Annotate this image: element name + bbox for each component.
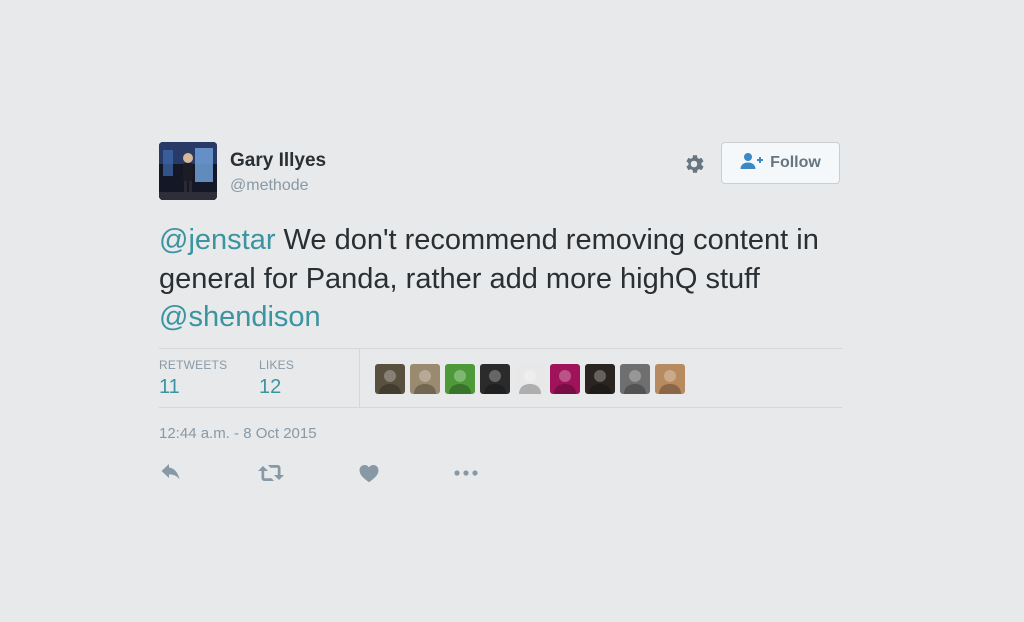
mention-link[interactable]: @jenstar [159,224,275,256]
user-handle[interactable]: @methode [230,177,309,195]
gear-icon[interactable] [682,152,706,176]
liker-avatar[interactable] [550,364,580,394]
tweet-stats: RETWEETS 11 LIKES 12 [159,348,842,408]
likes-label: LIKES [259,358,295,372]
avatar[interactable] [159,142,217,200]
person-plus-icon [740,152,764,175]
tweet-header: Gary Illyes @methode Follow [159,141,842,201]
liker-avatar[interactable] [445,364,475,394]
stats-divider [359,349,360,407]
liker-avatar[interactable] [480,364,510,394]
likes-stat[interactable]: LIKES 12 [259,358,294,399]
liker-avatar[interactable] [410,364,440,394]
follow-label: Follow [770,154,821,171]
tweet-text: @jenstar We don't recommend removing con… [159,221,842,337]
likes-count: 12 [259,376,282,398]
retweets-stat[interactable]: RETWEETS 11 [159,358,227,399]
heart-icon[interactable] [357,461,381,490]
mention-link[interactable]: @shendison [159,301,321,333]
reply-icon[interactable] [159,461,183,490]
liker-avatar[interactable] [585,364,615,394]
liker-avatar[interactable] [515,364,545,394]
retweets-label: RETWEETS [159,358,228,372]
more-icon[interactable] [453,461,479,490]
follow-button[interactable]: Follow [721,142,840,184]
liker-avatar[interactable] [655,364,685,394]
liker-avatar[interactable] [375,364,405,394]
user-name[interactable]: Gary Illyes [230,150,326,172]
retweets-count: 11 [159,376,180,398]
tweet-timestamp[interactable]: 12:44 a.m. - 8 Oct 2015 [159,425,317,442]
tweet-card: Gary Illyes @methode Follow @jenstar We … [159,141,842,483]
liker-avatars [375,364,685,394]
retweet-icon[interactable] [257,461,285,490]
liker-avatar[interactable] [620,364,650,394]
